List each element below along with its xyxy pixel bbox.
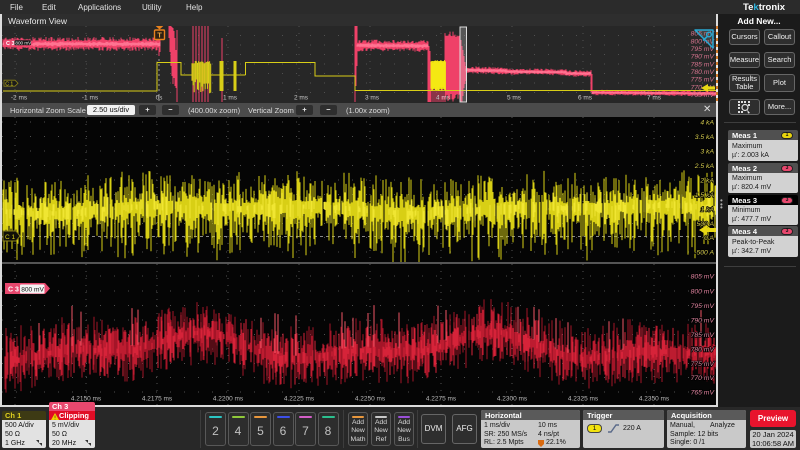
- svg-text:4.2300 ms: 4.2300 ms: [497, 396, 528, 403]
- svg-text:775 mV: 775 mV: [691, 76, 716, 83]
- svg-text:765 mV: 765 mV: [691, 92, 716, 99]
- svg-text:800 mV: 800 mV: [15, 41, 32, 46]
- svg-text:1 ms: 1 ms: [223, 95, 238, 102]
- svg-text:4.2275 ms: 4.2275 ms: [426, 396, 457, 403]
- svg-text:780 mV: 780 mV: [691, 346, 716, 353]
- svg-text:4.2200 ms: 4.2200 ms: [213, 396, 244, 403]
- svg-text:795 mV: 795 mV: [691, 303, 716, 310]
- svg-text:1 kA: 1 kA: [700, 206, 714, 213]
- svg-text:C 1: C 1: [5, 82, 13, 88]
- svg-text:3 ms: 3 ms: [365, 95, 380, 102]
- svg-text:770 mV: 770 mV: [691, 375, 716, 382]
- svg-text:1.5 kA: 1.5 kA: [695, 192, 715, 199]
- svg-text:785 mV: 785 mV: [691, 61, 716, 68]
- svg-text:6 ms: 6 ms: [578, 95, 593, 102]
- svg-text:-500 A: -500 A: [694, 249, 714, 256]
- svg-text:0 A: 0 A: [704, 235, 714, 242]
- svg-text:7 ms: 7 ms: [647, 95, 662, 102]
- svg-text:4 kA: 4 kA: [700, 119, 714, 126]
- svg-text:4.2350 ms: 4.2350 ms: [639, 396, 670, 403]
- svg-text:-2 ms: -2 ms: [11, 95, 28, 102]
- svg-text:780 mV: 780 mV: [691, 69, 716, 76]
- svg-text:2.5 kA: 2.5 kA: [694, 163, 715, 170]
- svg-text:790 mV: 790 mV: [691, 317, 716, 324]
- svg-text:2 ms: 2 ms: [294, 95, 309, 102]
- svg-text:-1 ms: -1 ms: [82, 95, 99, 102]
- svg-text:4.2250 ms: 4.2250 ms: [355, 396, 386, 403]
- svg-text:4 ms: 4 ms: [436, 95, 451, 102]
- svg-text:4.2325 ms: 4.2325 ms: [568, 396, 599, 403]
- svg-text:4.2175 ms: 4.2175 ms: [142, 396, 173, 403]
- svg-text:C 3: C 3: [8, 287, 19, 294]
- svg-text:805 mV: 805 mV: [691, 273, 716, 280]
- svg-text:T: T: [157, 31, 162, 40]
- svg-text:785 mV: 785 mV: [691, 332, 716, 339]
- svg-text:4.2225 ms: 4.2225 ms: [284, 396, 315, 403]
- svg-text:0s: 0s: [156, 95, 164, 102]
- svg-text:C 1: C 1: [5, 234, 16, 241]
- svg-text:5 ms: 5 ms: [507, 95, 522, 102]
- svg-text:790 mV: 790 mV: [691, 53, 716, 60]
- svg-text:800 mV: 800 mV: [21, 286, 44, 293]
- svg-text:775 mV: 775 mV: [691, 361, 716, 368]
- svg-text:C 3: C 3: [6, 41, 15, 47]
- svg-text:3 kA: 3 kA: [700, 148, 714, 155]
- svg-text:3.5 kA: 3.5 kA: [695, 134, 715, 141]
- svg-text:765 mV: 765 mV: [691, 389, 716, 396]
- svg-text:2 kA: 2 kA: [699, 177, 714, 184]
- svg-text:800 mV: 800 mV: [691, 288, 716, 295]
